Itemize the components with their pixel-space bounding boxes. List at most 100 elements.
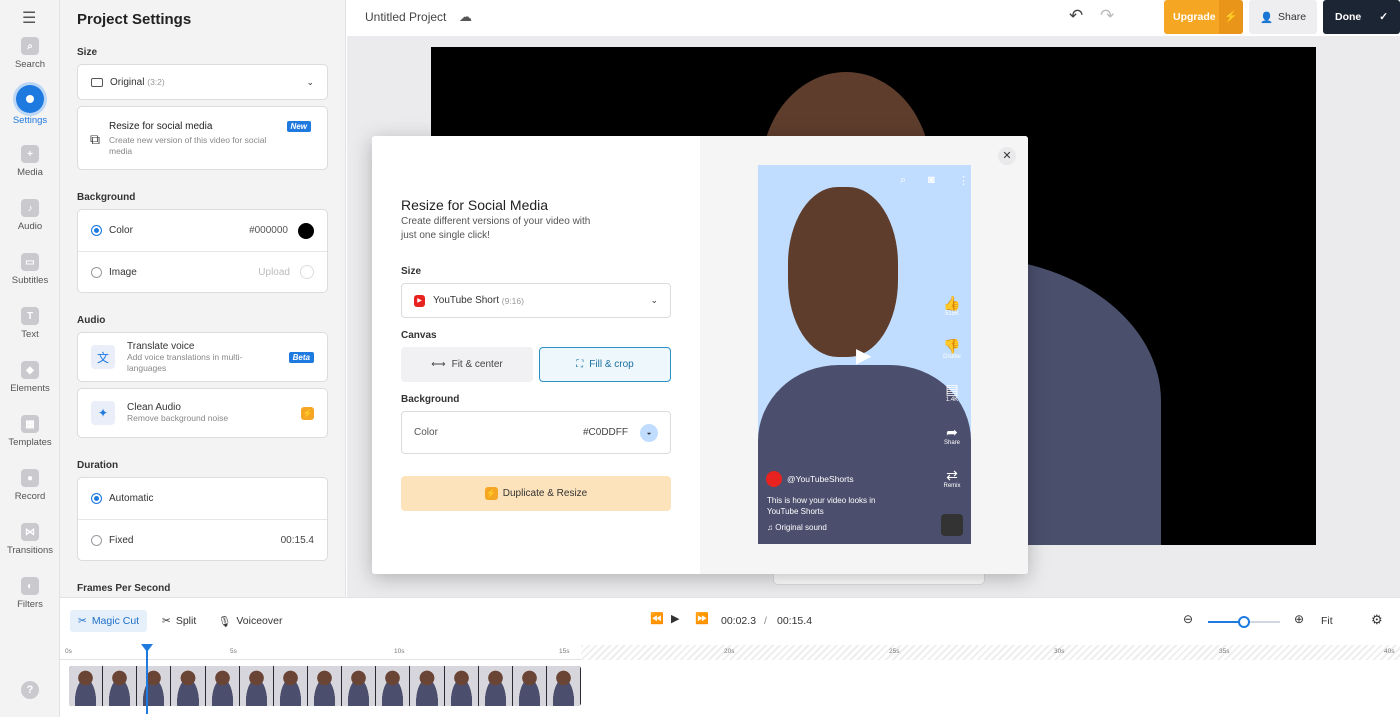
resize-icon: ⧉ [90,131,100,147]
tick-label: 20s [724,648,735,655]
play-button[interactable]: ▶ [671,612,679,625]
rail-text[interactable]: T Text [0,307,60,340]
platform-select[interactable]: ▶ YouTube Short (9:16) ⌄ [401,283,671,318]
automatic-radio[interactable] [91,493,102,504]
close-icon[interactable]: ✕ [998,147,1016,165]
size-select[interactable]: Original (3:2) ⌄ [77,64,328,100]
resize-social-card[interactable]: ⧉ Resize for social media Create new ver… [77,106,328,170]
tick-label: 15s [559,648,570,655]
sparkle-icon: ✦ [91,401,115,425]
fit-button[interactable]: Fit [1321,615,1333,627]
fast-forward-icon[interactable]: ⏩ [695,612,709,625]
camera-icon: ◙ [928,174,935,186]
timeline-ruler[interactable]: 0s 5s 10s 15s 20s 25s 30s 35s 40s [60,645,1400,660]
duration-automatic-option[interactable]: Automatic [78,478,327,519]
share-control: ➦ Share [938,424,966,446]
play-icon: ▶ [856,345,872,367]
cloud-icon: ☁ [459,9,472,24]
modal-subtitle: Create different versions of your video … [401,216,591,241]
rail-subtitles[interactable]: ▭ Subtitles [0,253,60,286]
remix-control: ⇄ Remix [938,467,966,489]
chevron-down-icon: ⌄ [650,295,658,305]
elements-icon: ◆ [21,361,39,379]
help-icon[interactable]: ? [21,681,39,699]
channel-avatar [766,471,782,487]
check-icon: ✓ [1379,11,1389,23]
duplicate-resize-button[interactable]: ⚡ Duplicate & Resize [401,476,671,511]
upgrade-button[interactable]: Upgrade ⚡ [1164,0,1243,34]
shorts-preview: ⌕ ◙ ⋮ ▶ 👍 515K 👎 Dislike ▤ 1.4K ➦ Share … [758,165,971,544]
share-button[interactable]: 👤 Share [1249,0,1317,34]
record-icon: ● [21,469,39,487]
done-button[interactable]: Done ✓ [1323,0,1400,34]
zoom-in-icon[interactable]: ⊕ [1294,612,1304,626]
zoom-out-icon[interactable]: ⊖ [1183,612,1193,626]
upload-icon [300,265,314,279]
voiceover-button[interactable]: 🎙 Voiceover [210,610,290,632]
magic-cut-button[interactable]: ✂ Magic Cut [70,610,148,632]
total-time: 00:15.4 [777,615,813,627]
translate-voice-card[interactable]: 文 Translate voice Add voice translations… [77,332,328,382]
remix-icon: ⇄ [946,467,958,483]
size-label: Size [77,47,98,58]
gear-icon[interactable]: ⚙ [1371,612,1383,628]
channel-row: @YouTubeShorts [766,471,854,487]
rail-search[interactable]: ⌕ Search [0,37,60,70]
rail-templates[interactable]: ▦ Templates [0,415,60,448]
rail-audio[interactable]: ♪ Audio [0,199,60,232]
color-picker-icon[interactable]: ◒ [640,423,658,442]
background-card: Color #000000 Image Upload [77,209,328,293]
comment-icon: ▤ [945,381,959,397]
scissors-icon: ✂ [162,615,171,627]
media-icon: + [21,145,39,163]
menu-icon[interactable]: ☰ [22,8,36,28]
split-button[interactable]: ✂ Split [154,610,204,632]
rewind-icon[interactable]: ⏪ [650,612,664,625]
zoom-slider-handle[interactable] [1238,616,1250,628]
project-name[interactable]: Untitled Project [365,10,446,24]
fill-crop-button[interactable]: ⛶ Fill & crop [539,347,671,382]
rail-media[interactable]: + Media [0,145,60,178]
tick-label: 10s [394,648,405,655]
modal-canvas-label: Canvas [401,330,437,341]
rail-transitions[interactable]: ⋈ Transitions [0,523,60,556]
search-icon: ⌕ [900,174,907,186]
fixed-radio[interactable] [91,534,102,546]
dislike-control: 👎 Dislike [938,338,966,360]
color-swatch[interactable] [298,222,314,239]
redo-icon[interactable]: ↷ [1100,6,1114,26]
clean-audio-card[interactable]: ✦ Clean Audio Remove background noise ⚡ [77,388,328,438]
beta-badge: Beta [288,351,314,363]
modal-color-field[interactable]: Color #C0DDFF ◒ [401,411,671,454]
background-image-option[interactable]: Image Upload [78,251,327,292]
youtube-shorts-icon: ▶ [414,294,425,307]
panel-title: Project Settings [77,11,192,28]
image-radio[interactable] [91,266,102,278]
background-color-option[interactable]: Color #000000 [78,210,327,251]
background-label: Background [77,192,136,203]
undo-icon[interactable]: ↶ [1069,6,1083,26]
magic-wand-icon: ✂ [78,615,87,627]
translate-icon: 文 [91,345,115,369]
fps-label: Frames Per Second [77,583,171,594]
time-separator: / [764,615,767,627]
rail-settings[interactable]: Settings [0,85,60,126]
timeline: ✂ Magic Cut ✂ Split 🎙 Voiceover ⏪ ▶ ⏩ 00… [60,597,1400,717]
rail-elements[interactable]: ◆ Elements [0,361,60,394]
bolt-icon: ⚡ [484,487,498,500]
resize-modal: Resize for Social Media Create different… [372,136,1028,574]
filters-icon: ◐ [21,577,39,595]
empty-track-area [581,645,1400,660]
duration-fixed-option[interactable]: Fixed 00:15.4 [78,519,327,560]
modal-form: Resize for Social Media Create different… [372,136,700,574]
playhead[interactable] [141,644,153,714]
tick-label: 5s [230,648,237,655]
bolt-icon: ⚡ [1219,0,1243,34]
rail-filters[interactable]: ◐ Filters [0,577,60,610]
tick-label: 40s [1384,648,1395,655]
color-radio[interactable] [91,225,102,236]
duration-card: Automatic Fixed 00:15.4 [77,477,328,561]
fit-center-button[interactable]: ⟷ Fit & center [401,347,533,382]
rail-record[interactable]: ● Record [0,469,60,502]
top-header: Untitled Project ☁ ↶ ↷ Upgrade ⚡ 👤 Share… [347,0,1400,36]
